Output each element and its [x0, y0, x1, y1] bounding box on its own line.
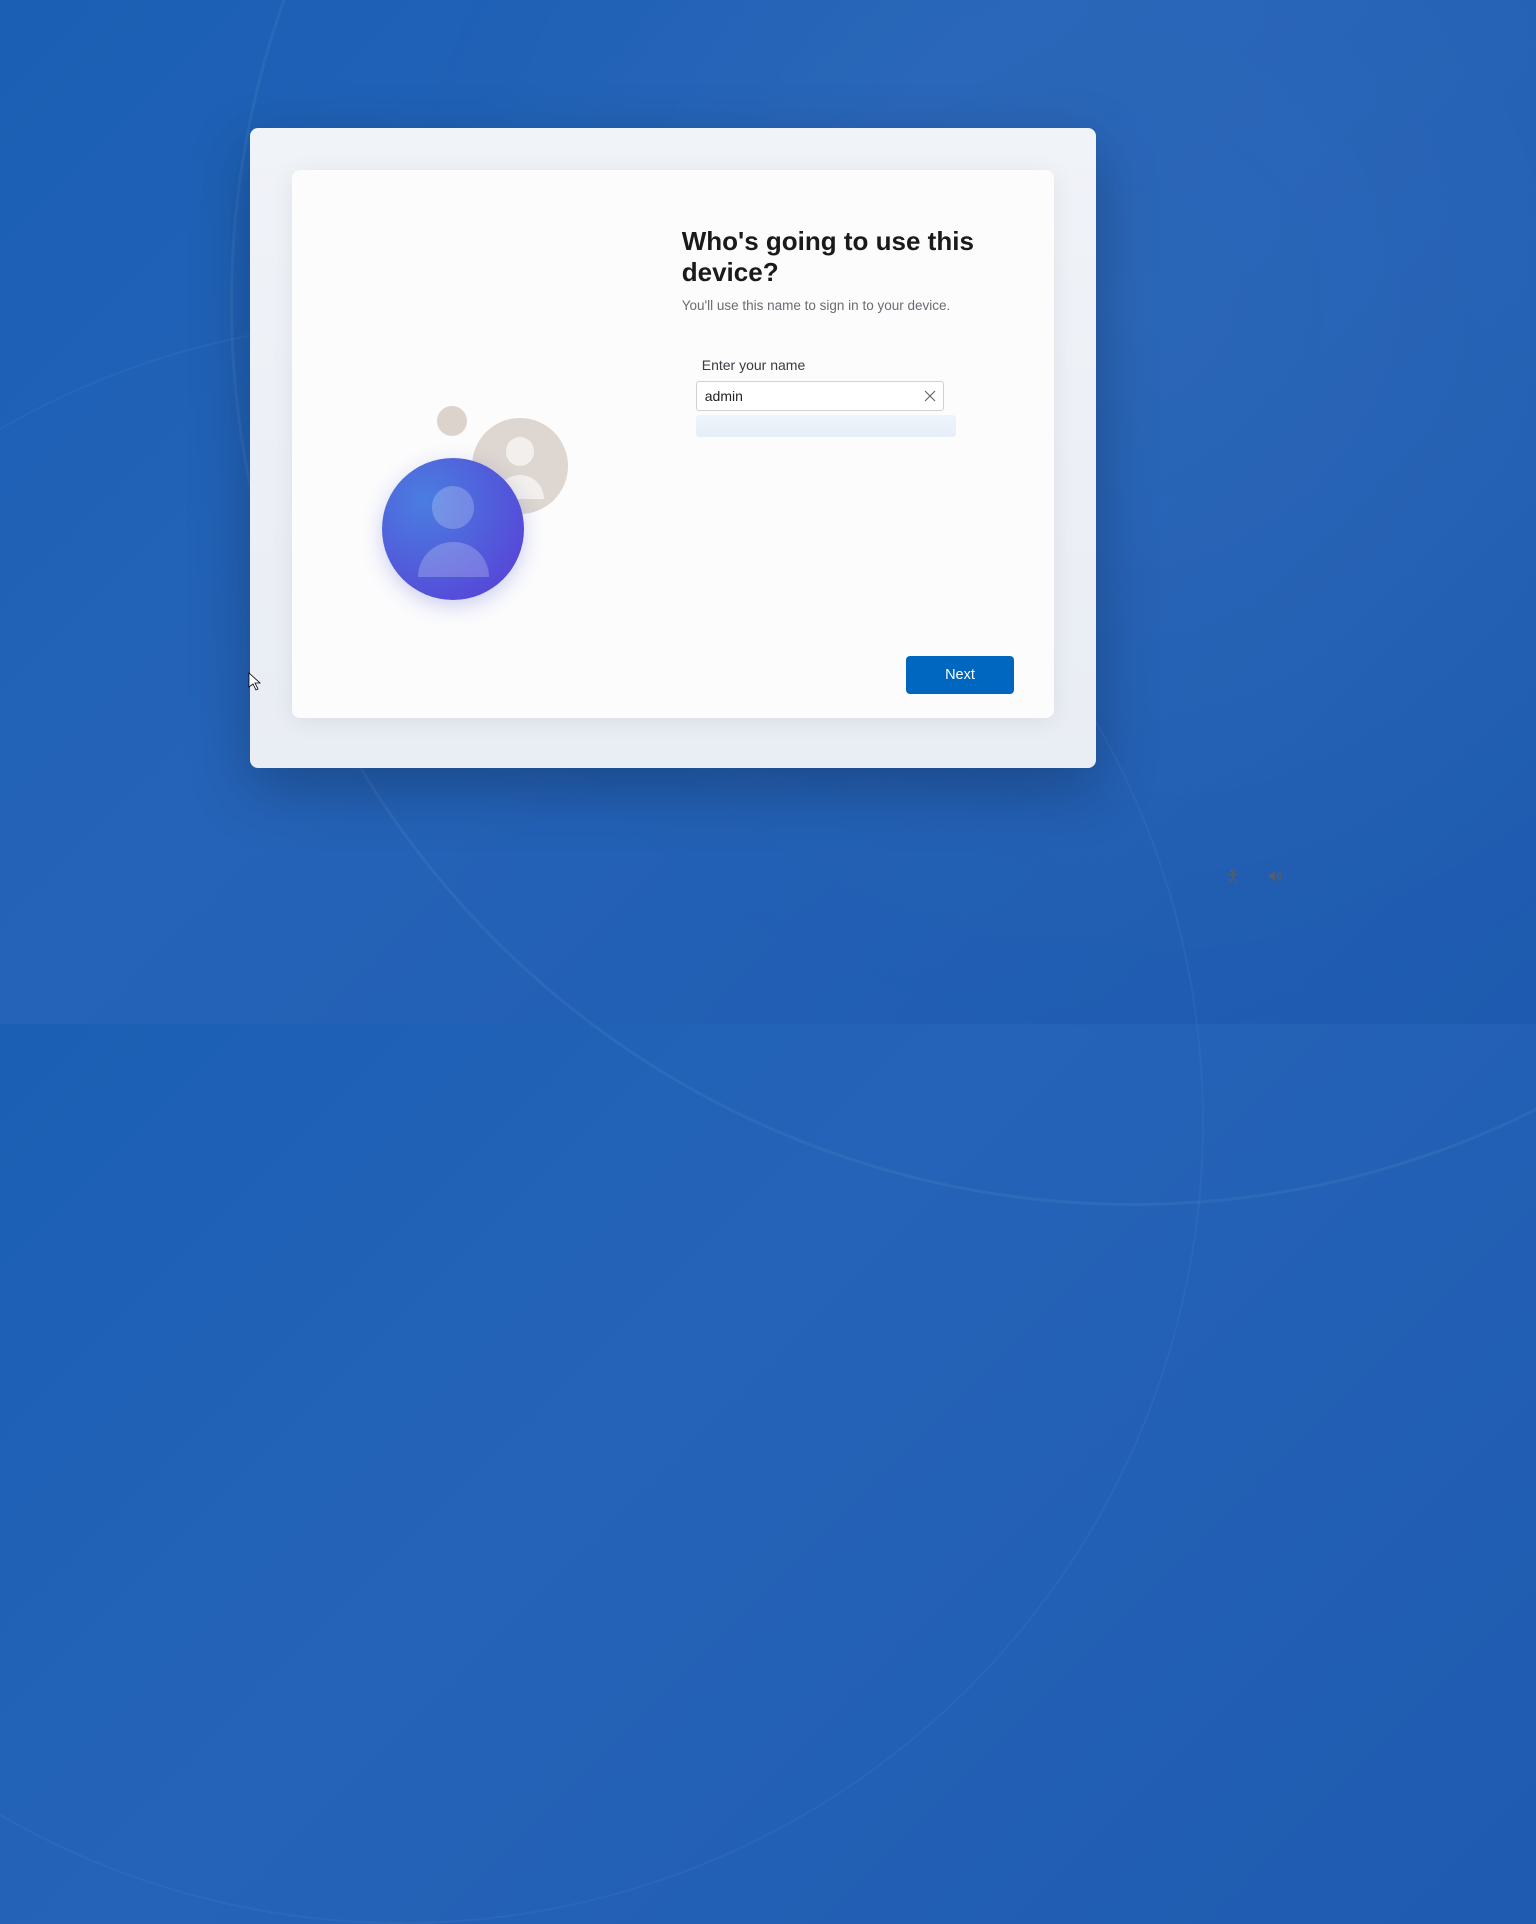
system-tray	[1224, 867, 1284, 885]
name-field-label: Enter your name	[702, 357, 1014, 373]
next-button[interactable]: Next	[906, 656, 1014, 694]
name-input-wrapper	[696, 381, 944, 411]
clear-input-icon[interactable]	[922, 388, 938, 404]
accessibility-icon[interactable]	[1224, 867, 1242, 885]
oobe-outer-panel: Who's going to use this device? You'll u…	[250, 128, 1096, 768]
user-illustration	[292, 170, 658, 718]
page-title: Who's going to use this device?	[682, 226, 1014, 288]
name-input[interactable]	[696, 381, 944, 411]
avatar-primary-icon	[382, 458, 524, 600]
volume-icon[interactable]	[1266, 867, 1284, 885]
oobe-card: Who's going to use this device? You'll u…	[292, 170, 1054, 718]
page-subtitle: You'll use this name to sign in to your …	[682, 298, 1014, 313]
decorative-circle-small	[437, 406, 467, 436]
avatar-secondary-icon	[472, 418, 568, 514]
mouse-cursor-icon	[248, 672, 264, 692]
input-suggestion-panel	[696, 415, 956, 437]
setup-form: Who's going to use this device? You'll u…	[658, 170, 1054, 718]
